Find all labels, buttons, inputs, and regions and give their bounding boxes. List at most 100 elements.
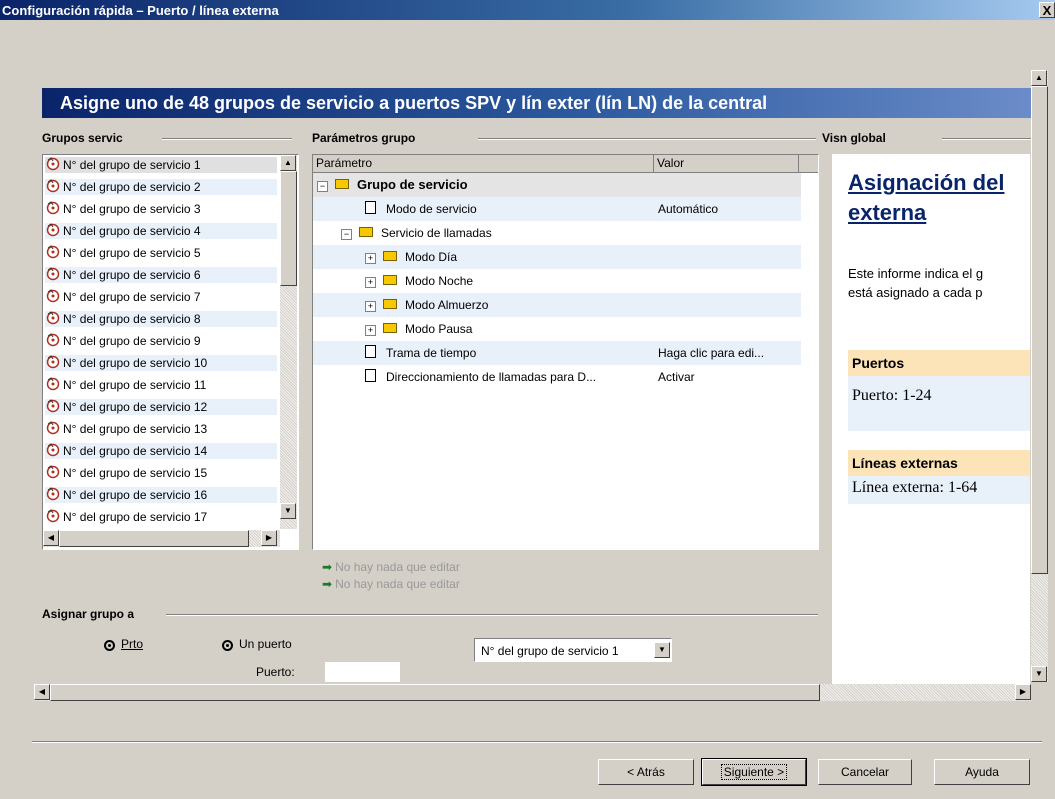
list-item[interactable]: N° del grupo de servicio 8 (45, 311, 277, 327)
service-group-icon (45, 355, 61, 369)
scroll-left-icon[interactable]: ◀ (34, 684, 50, 700)
scroll-left-icon[interactable]: ◀ (43, 530, 59, 546)
value-cell[interactable]: Activar (658, 365, 798, 389)
list-item[interactable]: N° del grupo de servicio 3 (45, 201, 201, 217)
folder-icon (359, 227, 373, 237)
scroll-up-icon[interactable]: ▲ (1031, 70, 1047, 86)
service-group-icon (45, 465, 61, 479)
next-button[interactable]: Siguiente > (701, 758, 807, 786)
overview-panel-title: Visn global (822, 131, 886, 145)
service-group-icon (45, 377, 61, 391)
no-edit-note-1: ➡ No hay nada que editar (322, 560, 460, 574)
column-header-value[interactable]: Valor (654, 155, 799, 173)
service-group-icon (45, 399, 61, 413)
arrow-right-icon: ➡ (322, 577, 333, 591)
table-row[interactable]: Trama de tiempo Haga clic para edi... (313, 341, 801, 365)
parameter-cell: − Servicio de llamadas (341, 221, 650, 245)
parameter-cell: Modo de servicio (341, 197, 650, 221)
ports-section-value: Puerto: 1-24 (848, 376, 1030, 431)
table-row[interactable]: Direccionamiento de llamadas para D... Ac… (313, 365, 801, 389)
parameter-grid[interactable]: Parámetro Valor − Grupo de servicio Modo d… (312, 154, 819, 550)
list-item[interactable]: N° del grupo de servicio 10 (45, 355, 277, 371)
list-item[interactable]: N° del grupo de servicio 6 (45, 267, 277, 283)
close-button[interactable]: X (1039, 2, 1055, 18)
collapse-icon[interactable]: − (341, 229, 352, 240)
page-hscroll-thumb[interactable] (50, 684, 820, 701)
expand-icon[interactable]: + (365, 253, 376, 264)
group-list-vertical-scrollbar[interactable]: ▲ ▼ (280, 155, 297, 529)
parameter-cell: + Modo Noche (365, 269, 650, 293)
scroll-right-icon[interactable]: ▶ (1015, 684, 1031, 700)
list-item[interactable]: N° del grupo de servicio 13 (45, 421, 207, 437)
overview-heading[interactable]: Asignación del externa (848, 168, 1004, 228)
service-group-list[interactable]: N° del grupo de servicio 1 N° del grupo d… (42, 154, 299, 550)
service-group-icon (45, 223, 61, 237)
wizard-content: Asigne uno de 48 grupos de servicio a pu… (34, 68, 1037, 684)
scroll-up-icon[interactable]: ▲ (280, 155, 296, 171)
parameter-cell: − Grupo de servicio (317, 173, 650, 197)
port-input[interactable] (325, 662, 400, 682)
service-group-icon (45, 179, 61, 193)
group-list-horizontal-scrollbar[interactable]: ◀ ▶ (43, 530, 280, 547)
table-row[interactable]: + Modo Almuerzo (313, 293, 801, 317)
groups-panel-title: Grupos servic (42, 131, 123, 145)
list-item[interactable]: N° del grupo de servicio 4 (45, 223, 277, 239)
cancel-button[interactable]: Cancelar (818, 759, 912, 785)
column-header-parameter[interactable]: Parámetro (313, 155, 654, 173)
list-item[interactable]: N° del grupo de servicio 7 (45, 289, 201, 305)
folder-icon (383, 323, 397, 333)
page-vertical-scrollbar[interactable]: ▲ ▼ (1031, 70, 1048, 682)
table-row[interactable]: + Modo Pausa (313, 317, 801, 341)
table-row[interactable]: Modo de servicio Automático (313, 197, 801, 221)
table-row[interactable]: + Modo Noche (313, 269, 801, 293)
list-item[interactable]: N° del grupo de servicio 15 (45, 465, 207, 481)
page-scroll-thumb[interactable] (1031, 86, 1048, 574)
value-cell[interactable]: Haga clic para edi... (658, 341, 798, 365)
list-item[interactable]: N° del grupo de servicio 14 (45, 443, 277, 459)
service-group-icon (45, 443, 61, 457)
table-row[interactable]: − Servicio de llamadas (313, 221, 801, 245)
service-group-icon (45, 333, 61, 347)
list-item[interactable]: N° del grupo de servicio 2 (45, 179, 277, 195)
folder-icon (383, 299, 397, 309)
table-row[interactable]: − Grupo de servicio (313, 173, 801, 197)
list-item[interactable]: N° del grupo de servicio 16 (45, 487, 277, 503)
collapse-icon[interactable]: − (317, 181, 328, 192)
arrow-right-icon: ➡ (322, 560, 333, 574)
column-header-filler (799, 155, 818, 173)
list-item[interactable]: N° del grupo de servicio 9 (45, 333, 201, 349)
expand-icon[interactable]: + (365, 301, 376, 312)
service-group-icon (45, 201, 61, 215)
service-group-select[interactable]: N° del grupo de servicio 1 ▼ (474, 638, 672, 662)
service-group-icon (45, 157, 61, 171)
scroll-right-icon[interactable]: ▶ (261, 530, 277, 546)
list-item[interactable]: N° del grupo de servicio 17 (45, 509, 207, 525)
service-group-icon (45, 267, 61, 281)
expand-icon[interactable]: + (365, 325, 376, 336)
list-item[interactable]: N° del grupo de servicio 1 (45, 157, 277, 173)
list-item[interactable]: N° del grupo de servicio 11 (45, 377, 206, 393)
folder-icon (383, 275, 397, 285)
help-button[interactable]: Ayuda (934, 759, 1030, 785)
list-item[interactable]: N° del grupo de servicio 5 (45, 245, 201, 261)
group-list-scroll-thumb[interactable] (280, 171, 297, 286)
radio-port-range[interactable]: Prto (104, 637, 143, 651)
list-item[interactable]: N° del grupo de servicio 12 (45, 399, 277, 415)
group-list-hscroll-thumb[interactable] (59, 530, 249, 547)
parameter-cell: + Modo Pausa (365, 317, 650, 341)
window-titlebar: Configuración rápida – Puerto / línea ex… (0, 0, 1055, 20)
page-horizontal-scrollbar[interactable]: ◀ ▶ (34, 684, 1031, 701)
back-button[interactable]: < Atrás (598, 759, 694, 785)
expand-icon[interactable]: + (365, 277, 376, 288)
params-panel-title: Parámetros grupo (312, 131, 416, 145)
table-row[interactable]: + Modo Día (313, 245, 801, 269)
button-separator (32, 741, 1042, 743)
scroll-down-icon[interactable]: ▼ (1031, 666, 1047, 682)
radio-single-port[interactable]: Un puerto (222, 637, 292, 651)
value-cell[interactable]: Automático (658, 197, 798, 221)
port-label: Puerto: (256, 665, 295, 679)
service-group-icon (45, 487, 61, 501)
chevron-down-icon[interactable]: ▼ (654, 642, 670, 658)
service-group-icon (45, 421, 61, 435)
scroll-down-icon[interactable]: ▼ (280, 503, 296, 519)
